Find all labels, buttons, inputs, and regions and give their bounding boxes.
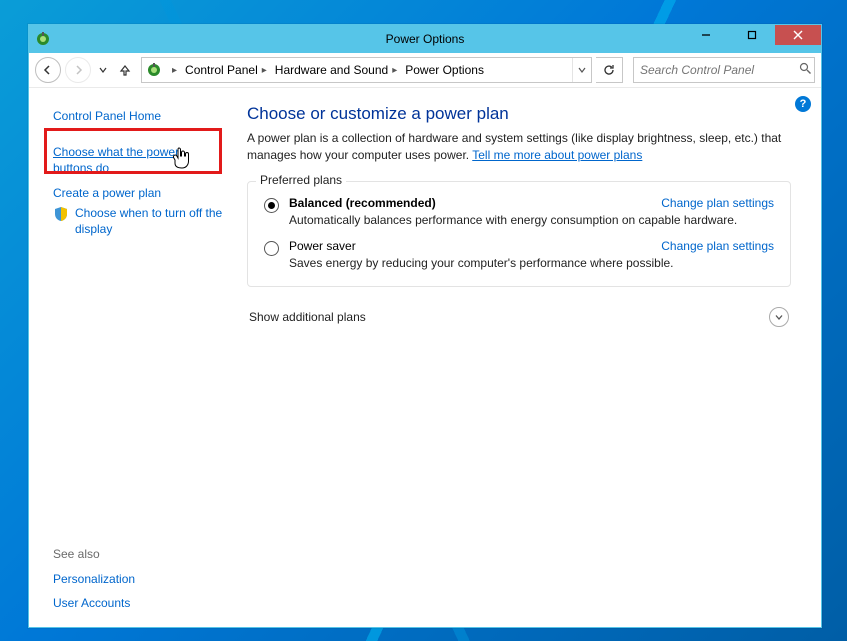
plan-balanced-radio[interactable] [264, 198, 279, 213]
chevron-right-icon: ▸ [262, 65, 267, 76]
plan-description: Automatically balances performance with … [289, 213, 774, 227]
sidebar-link-choose-power-buttons[interactable]: Choose what the power buttons do [53, 144, 188, 176]
search-input[interactable] [638, 62, 799, 78]
page-heading: Choose or customize a power plan [247, 104, 791, 124]
sidebar: Control Panel Home Choose what the power… [29, 88, 241, 627]
show-additional-plans-expander[interactable]: Show additional plans [247, 303, 791, 331]
chevron-right-icon: ▸ [172, 65, 177, 76]
help-button[interactable]: ? [795, 96, 811, 112]
expander-label: Show additional plans [249, 310, 366, 324]
plan-power-saver-radio[interactable] [264, 241, 279, 256]
plan-power-saver: Power saver Change plan settings Saves e… [264, 239, 774, 270]
nav-bar: ▸ Control Panel ▸ Hardware and Sound ▸ Pow… [29, 53, 821, 88]
breadcrumb-control-panel[interactable]: Control Panel ▸ [181, 58, 271, 82]
preferred-plans-label: Preferred plans [256, 173, 346, 187]
change-plan-settings-link[interactable]: Change plan settings [661, 196, 774, 210]
preferred-plans-group: Preferred plans Balanced (recommended) C… [247, 181, 791, 287]
plan-balanced: Balanced (recommended) Change plan setti… [264, 196, 774, 227]
maximize-button[interactable] [729, 25, 775, 45]
title-bar: Power Options [29, 25, 821, 53]
address-bar-dropdown[interactable] [572, 58, 591, 82]
content-area: ? Control Panel Home Choose what the pow… [29, 88, 821, 627]
sidebar-link-create-power-plan[interactable]: Create a power plan [53, 185, 229, 201]
sidebar-home-link[interactable]: Control Panel Home [53, 108, 229, 124]
shield-icon [53, 206, 69, 222]
chevron-down-icon [578, 66, 586, 74]
breadcrumb-power-options[interactable]: Power Options [401, 58, 488, 82]
see-also-personalization[interactable]: Personalization [53, 571, 229, 587]
breadcrumb-hardware-and-sound[interactable]: Hardware and Sound ▸ [271, 58, 401, 82]
address-bar[interactable]: ▸ Control Panel ▸ Hardware and Sound ▸ Pow… [141, 57, 592, 83]
change-plan-settings-link[interactable]: Change plan settings [661, 239, 774, 253]
chevron-right-icon: ▸ [392, 65, 397, 76]
nav-back-button[interactable] [35, 57, 61, 83]
minimize-button[interactable] [683, 25, 729, 45]
breadcrumb-label: Hardware and Sound [275, 63, 388, 77]
see-also-user-accounts[interactable]: User Accounts [53, 595, 229, 611]
power-options-window: Power Options [28, 24, 822, 628]
nav-up-button[interactable] [115, 60, 135, 80]
page-description: A power plan is a collection of hardware… [247, 130, 791, 165]
sidebar-link-turn-off-display[interactable]: Choose when to turn off the display [75, 205, 225, 237]
refresh-icon [602, 63, 616, 77]
title-buttons [683, 25, 821, 45]
nav-forward-button[interactable] [65, 57, 91, 83]
close-button[interactable] [775, 25, 821, 45]
nav-history-dropdown[interactable] [95, 58, 111, 82]
breadcrumb-label: Control Panel [185, 63, 258, 77]
cursor-hand-icon [172, 146, 192, 173]
address-bar-icon [146, 62, 162, 78]
learn-more-link[interactable]: Tell me more about power plans [472, 148, 642, 162]
plan-description: Saves energy by reducing your computer's… [289, 256, 774, 270]
breadcrumb-label: Power Options [405, 63, 484, 77]
refresh-button[interactable] [596, 57, 623, 83]
breadcrumb-root[interactable]: ▸ [168, 58, 181, 82]
search-icon [799, 62, 812, 78]
search-box[interactable] [633, 57, 815, 83]
see-also-heading: See also [53, 547, 229, 561]
chevron-down-icon [769, 307, 789, 327]
main-panel: Choose or customize a power plan A power… [241, 88, 821, 627]
plan-name: Balanced (recommended) [289, 196, 436, 210]
plan-name: Power saver [289, 239, 356, 253]
